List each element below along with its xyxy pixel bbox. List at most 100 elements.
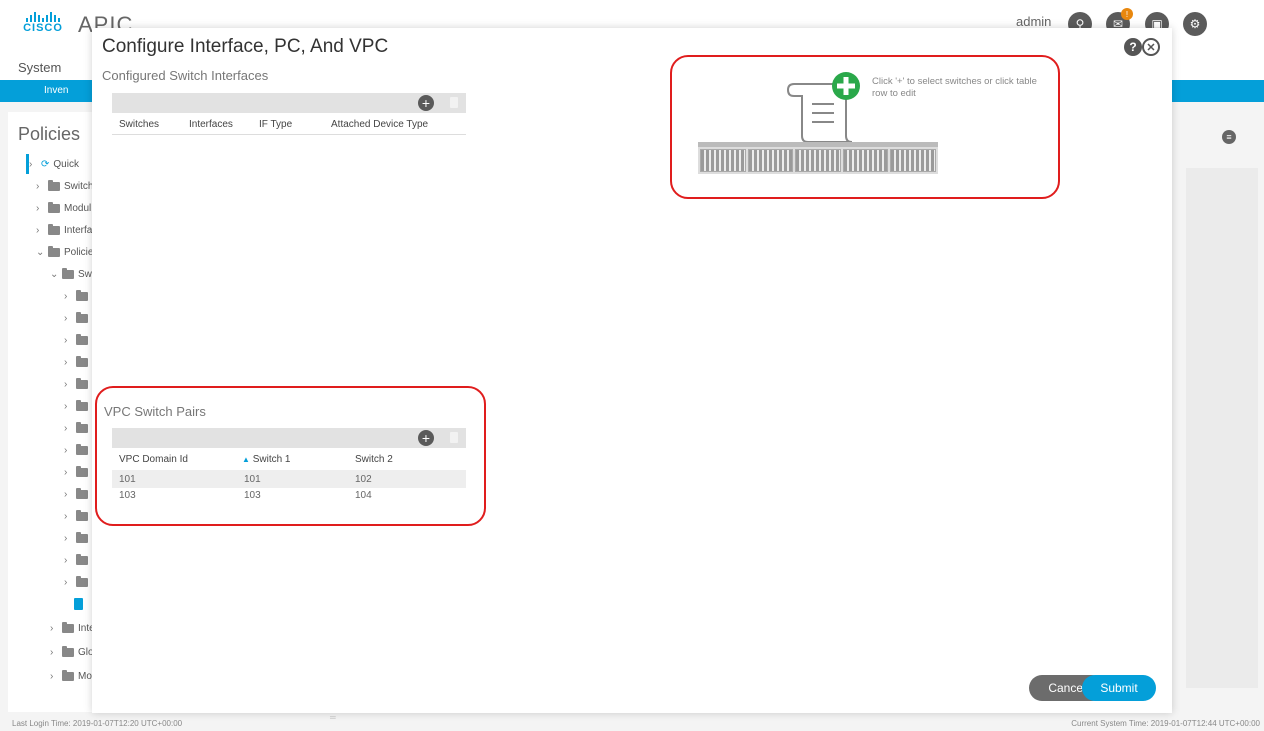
tree-item-folder[interactable]: › xyxy=(64,572,88,592)
switch-illustration[interactable]: Click '+' to select switches or click ta… xyxy=(692,68,1037,188)
column-header-interfaces[interactable]: Interfaces xyxy=(189,119,233,130)
add-vpc-pair-icon[interactable]: + xyxy=(418,430,434,446)
sort-ascending-icon: ▲ xyxy=(242,455,250,464)
folder-icon xyxy=(48,179,60,191)
table-row[interactable]: 103 103 104 xyxy=(112,486,466,504)
folder-icon xyxy=(48,223,60,235)
vpc-switch-pairs-title: VPC Switch Pairs xyxy=(104,404,206,419)
resize-handle[interactable]: ═ xyxy=(330,713,336,722)
chevron-right-icon: › xyxy=(50,622,54,634)
chevron-right-icon: › xyxy=(36,180,40,192)
folder-icon xyxy=(76,509,88,521)
chevron-right-icon: › xyxy=(64,422,68,434)
tree-item-label: Policie xyxy=(64,246,94,258)
submit-button[interactable]: Submit xyxy=(1082,675,1156,701)
tree-item-monitoring-policies[interactable]: › Mo xyxy=(50,666,92,686)
subnav-item-inventory[interactable]: Inven xyxy=(44,85,68,96)
user-menu[interactable]: admin xyxy=(1016,14,1051,29)
tree-item-folder[interactable]: › xyxy=(64,374,88,394)
current-system-time: Current System Time: 2019-01-07T12:44 UT… xyxy=(1071,719,1260,728)
tree-item-folder[interactable]: › xyxy=(64,440,88,460)
tree-item-folder[interactable]: › xyxy=(64,286,88,306)
status-footer: Last Login Time: 2019-01-07T12:20 UTC+00… xyxy=(0,713,1264,731)
column-header-vpc-domain-id[interactable]: VPC Domain Id xyxy=(119,454,188,465)
column-header-switches[interactable]: Switches xyxy=(119,119,159,130)
chevron-right-icon: › xyxy=(64,466,68,478)
folder-icon xyxy=(76,421,88,433)
tree-item-folder[interactable]: › xyxy=(64,396,88,416)
folder-icon xyxy=(76,289,88,301)
last-login-time: Last Login Time: 2019-01-07T12:20 UTC+00… xyxy=(12,719,183,728)
help-icon[interactable]: ? xyxy=(1124,38,1142,56)
tree-item-label: Switch xyxy=(64,180,94,192)
tree-item-label: Modul xyxy=(64,202,92,214)
chevron-right-icon: › xyxy=(64,356,68,368)
nav-item-system[interactable]: System xyxy=(18,60,61,75)
add-switch-hint: Click '+' to select switches or click ta… xyxy=(872,76,1037,99)
quick-start-icon: ⟳ xyxy=(41,158,50,170)
folder-icon xyxy=(62,621,74,633)
tree-item-folder[interactable]: › xyxy=(64,330,88,350)
tree-item-folder[interactable]: › xyxy=(64,352,88,372)
folder-icon xyxy=(62,645,74,657)
chevron-right-icon: › xyxy=(64,510,68,522)
add-icon[interactable]: + xyxy=(418,95,434,111)
tree-item-interfaces[interactable]: › Interfa xyxy=(36,220,92,240)
column-header-switch-1[interactable]: ▲ Switch 1 xyxy=(242,454,291,465)
switch-2-cell: 104 xyxy=(355,490,372,501)
chevron-down-icon: ⌄ xyxy=(36,246,45,258)
close-icon[interactable]: ✕ xyxy=(1142,38,1160,56)
tree-item-document[interactable] xyxy=(74,594,83,614)
tree-item-switch-policies[interactable]: ⌄ Sw xyxy=(50,264,92,284)
folder-icon xyxy=(62,267,74,279)
list-icon[interactable]: ≡ xyxy=(1222,130,1236,144)
chevron-right-icon: › xyxy=(50,670,54,682)
chevron-right-icon: › xyxy=(64,444,68,456)
chevron-right-icon: › xyxy=(64,532,68,544)
chevron-right-icon: › xyxy=(64,334,68,346)
tree-item-label: Quick xyxy=(53,158,79,170)
tree-item-modules[interactable]: › Modul xyxy=(36,198,91,218)
cisco-logo-text: CISCO xyxy=(23,22,63,34)
chevron-right-icon: › xyxy=(64,554,68,566)
folder-icon xyxy=(76,531,88,543)
settings-icon[interactable]: ⚙ xyxy=(1183,12,1207,36)
tree-item-folder[interactable]: › xyxy=(64,308,88,328)
configure-interface-dialog: Configure Interface, PC, And VPC ? ✕ Con… xyxy=(92,28,1172,713)
delete-icon[interactable] xyxy=(450,97,458,108)
document-icon xyxy=(74,598,83,610)
tree-item-folder[interactable]: › xyxy=(64,484,88,504)
vpc-domain-id-cell: 103 xyxy=(119,490,136,501)
tree-item-quick-start[interactable]: › ⟳ Quick xyxy=(26,154,79,174)
tree-item-label: Interfa xyxy=(64,224,93,236)
delete-vpc-pair-icon[interactable] xyxy=(450,432,458,443)
tree-item-global-policies[interactable]: › Glo xyxy=(50,642,94,662)
tree-item-folder[interactable]: › xyxy=(64,528,88,548)
chevron-right-icon: › xyxy=(64,576,68,588)
folder-icon xyxy=(76,399,88,411)
column-header-switch-2[interactable]: Switch 2 xyxy=(355,454,393,465)
tree-item-interface-policies[interactable]: › Inte xyxy=(50,618,95,638)
chevron-right-icon: › xyxy=(36,202,40,214)
switch-1-cell: 103 xyxy=(244,490,261,501)
tree-item-folder[interactable]: › xyxy=(64,550,88,570)
folder-icon xyxy=(76,553,88,565)
folder-icon xyxy=(48,245,60,257)
column-header-attached-device-type[interactable]: Attached Device Type xyxy=(331,119,428,130)
folder-icon xyxy=(76,355,88,367)
chevron-right-icon: › xyxy=(36,224,40,236)
column-label: Switch 1 xyxy=(252,454,291,465)
switch-1-cell: 101 xyxy=(244,474,261,485)
chevron-right-icon: › xyxy=(29,158,33,170)
vpc-toolbar: + xyxy=(112,428,466,448)
cisco-logo: CISCO xyxy=(18,12,68,44)
tree-item-folder[interactable]: › xyxy=(64,462,88,482)
tree-item-policies[interactable]: ⌄ Policie xyxy=(36,242,93,262)
column-header-if-type[interactable]: IF Type xyxy=(259,119,292,130)
tree-item-folder[interactable]: › xyxy=(64,506,88,526)
folder-icon xyxy=(76,443,88,455)
cisco-logo-bars xyxy=(18,12,68,22)
tree-item-switches[interactable]: › Switch xyxy=(36,176,93,196)
tree-item-folder[interactable]: › xyxy=(64,418,88,438)
configured-interfaces-title: Configured Switch Interfaces xyxy=(102,68,269,83)
